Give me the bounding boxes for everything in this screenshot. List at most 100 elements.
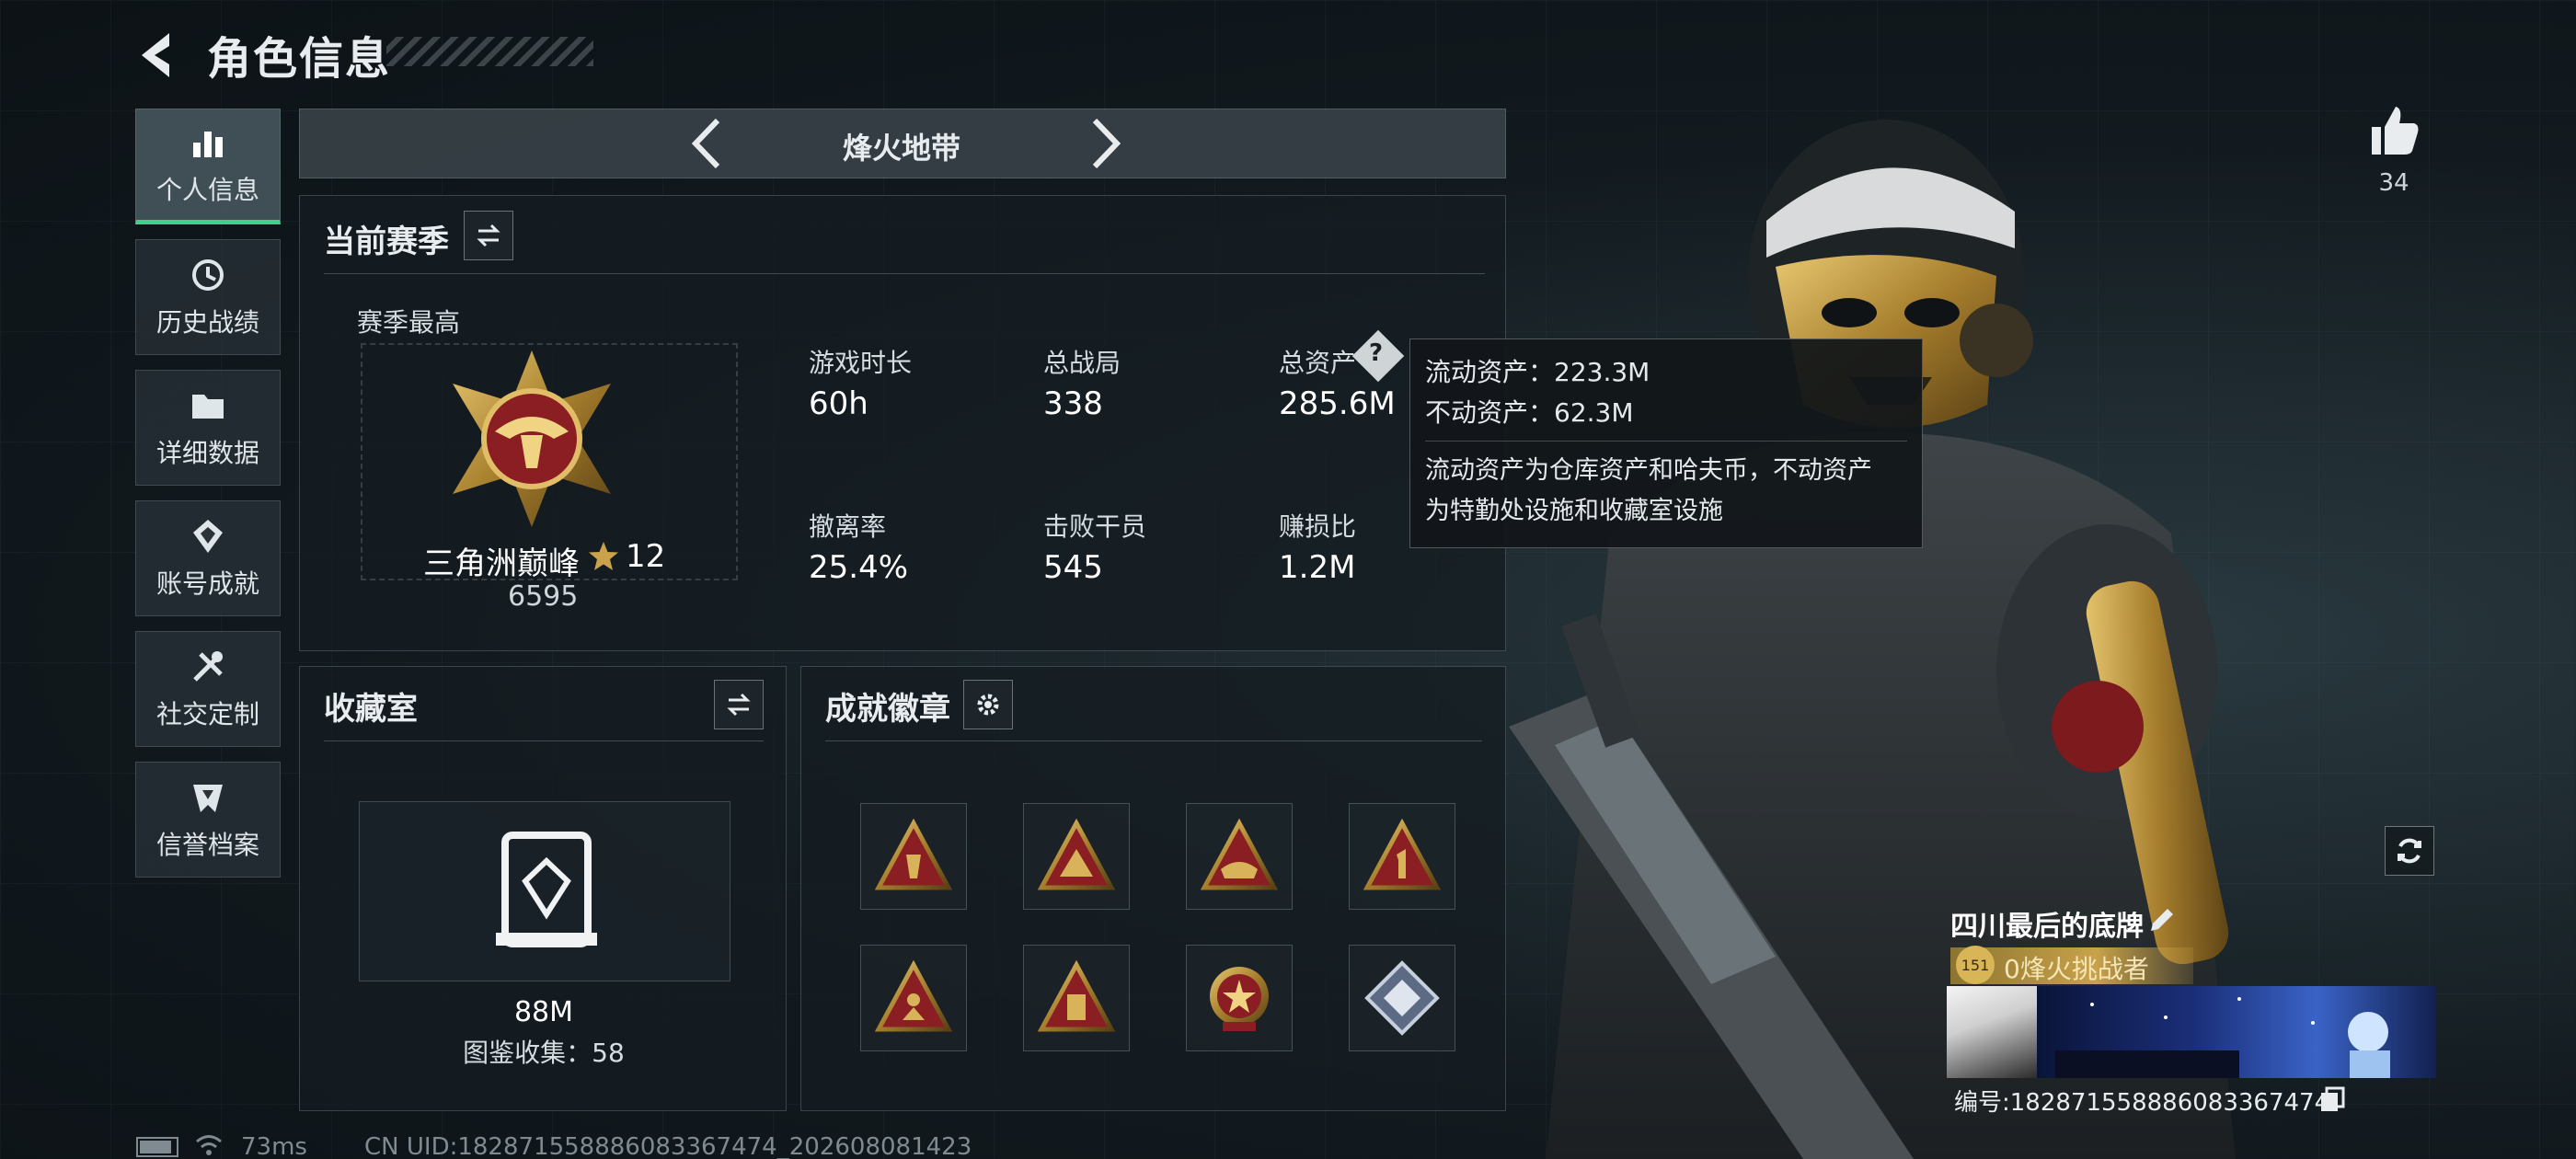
- tooltip-liquid-assets: 流动资产：223.3M: [1425, 357, 1650, 387]
- swap-icon: [477, 224, 500, 247]
- season-title: 当前赛季: [324, 224, 449, 260]
- stat-value-kills: 545: [1043, 549, 1103, 586]
- badges-title: 成就徽章: [825, 691, 950, 728]
- avatar[interactable]: [1947, 986, 2037, 1078]
- like-count: 34: [2378, 169, 2409, 197]
- achievement-icon: [193, 520, 223, 553]
- bar-chart-icon: [193, 132, 223, 157]
- triangle-badge-icon: [1038, 818, 1115, 890]
- name-card-banner[interactable]: [2037, 986, 2436, 1078]
- achievement-badge[interactable]: [1186, 803, 1293, 910]
- season-best-label: 赛季最高: [357, 307, 461, 338]
- achievement-badge[interactable]: [1186, 945, 1293, 1051]
- triangle-badge-icon: [875, 959, 952, 1032]
- thumbs-up-icon[interactable]: [2366, 103, 2421, 158]
- assets-tooltip: 流动资产：223.3M 不动资产：62.3M 流动资产为仓库资产和哈夫币，不动资…: [1409, 339, 1923, 548]
- achievement-badges-panel: 成就徽章: [800, 666, 1506, 1111]
- collection-title: 收藏室: [324, 691, 418, 728]
- switch-season-button[interactable]: [464, 211, 513, 260]
- refresh-icon: [2398, 838, 2421, 864]
- sidebar-item-label: 信誉档案: [155, 830, 259, 860]
- help-icon: ?: [1369, 339, 1384, 367]
- rank-name: 三角洲巅峰: [423, 545, 580, 582]
- tooltip-note-line1: 流动资产为仓库资产和哈夫币，不动资产: [1425, 456, 1872, 485]
- player-name: 四川最后的底牌: [1950, 911, 2144, 943]
- achievement-badge[interactable]: [1023, 803, 1130, 910]
- stat-value-playtime: 60h: [809, 385, 868, 422]
- tools-icon: [193, 651, 223, 682]
- stat-label-profit-ratio: 赚损比: [1279, 511, 1357, 542]
- collection-display[interactable]: [359, 801, 730, 981]
- refresh-button[interactable]: [2385, 826, 2434, 876]
- rank-emblem-icon: [453, 350, 611, 527]
- sidebar-item-personal-info[interactable]: 个人信息: [135, 109, 281, 224]
- sidebar-item-label: 个人信息: [155, 175, 259, 205]
- footer-uid: CN UID:182871558886083367474_20260808142…: [364, 1133, 972, 1159]
- sidebar-item-credit-profile[interactable]: 信誉档案: [135, 762, 281, 878]
- gear-icon: [977, 694, 999, 716]
- night-sky-illustration: [2055, 997, 2390, 1078]
- folder-icon: [192, 395, 224, 419]
- sidebar-item-achievements[interactable]: 账号成就: [135, 500, 281, 616]
- rank-stars: 12: [626, 538, 666, 575]
- stat-value-extract-rate: 25.4%: [809, 549, 909, 586]
- display-case-icon: [496, 832, 597, 947]
- stat-value-total-assets: 285.6M: [1279, 385, 1396, 422]
- triangle-badge-icon: [1038, 959, 1115, 1032]
- sidebar-item-history[interactable]: 历史战绩: [135, 239, 281, 355]
- mode-title: 烽火地带: [842, 131, 960, 166]
- stat-label-total-assets: 总资产: [1279, 348, 1357, 378]
- sidebar-item-label: 详细数据: [155, 438, 259, 468]
- battery-icon: [136, 1137, 178, 1157]
- title-decoration: [386, 37, 593, 66]
- player-id: 编号:182871558886083367474: [1954, 1089, 2330, 1117]
- edit-icon[interactable]: [2145, 905, 2177, 936]
- tooltip-fixed-assets: 不动资产：62.3M: [1425, 397, 1634, 428]
- page-title: 角色信息: [207, 33, 392, 85]
- player-level: 151: [1961, 956, 1990, 974]
- wifi-icon: [196, 1135, 222, 1155]
- shield-icon: [193, 785, 223, 812]
- achievement-badge[interactable]: [1349, 803, 1455, 910]
- copy-icon[interactable]: [2318, 1085, 2346, 1113]
- section-divider: [324, 273, 1485, 274]
- sidebar-item-label: 账号成就: [155, 568, 259, 599]
- switch-collection-button[interactable]: [714, 680, 764, 729]
- stat-value-profit-ratio: 1.2M: [1279, 549, 1356, 586]
- collection-value: 88M: [513, 996, 574, 1028]
- tooltip-divider: [1425, 441, 1907, 442]
- swap-icon: [727, 693, 751, 717]
- achievement-badge[interactable]: [1349, 945, 1455, 1051]
- section-divider: [825, 740, 1482, 741]
- badge-settings-button[interactable]: [963, 680, 1013, 729]
- stat-label-playtime: 游戏时长: [809, 348, 913, 378]
- rank-score: 6595: [508, 580, 579, 613]
- sidebar-item-label: 社交定制: [155, 699, 259, 729]
- achievement-badge[interactable]: [860, 945, 967, 1051]
- player-title: 0烽火挑战者: [2004, 954, 2149, 984]
- tooltip-note-line2: 为特勤处设施和收藏室设施: [1425, 497, 1723, 525]
- ping-value: 73ms: [241, 1133, 307, 1159]
- stat-label-total-matches: 总战局: [1043, 348, 1121, 378]
- achievement-badge[interactable]: [1023, 945, 1130, 1051]
- stat-label-kills: 击败干员: [1043, 511, 1147, 542]
- chevron-left-icon[interactable]: [681, 115, 736, 172]
- chevron-right-icon[interactable]: [1076, 115, 1132, 172]
- achievement-badge[interactable]: [860, 803, 967, 910]
- back-arrow-icon[interactable]: [129, 28, 184, 83]
- sidebar-item-social-custom[interactable]: 社交定制: [135, 631, 281, 747]
- star-icon: [589, 542, 618, 570]
- current-season-panel: 当前赛季 赛季最高 三角洲巅峰 12 6595 游戏时长 60h 总战局 338…: [299, 195, 1506, 651]
- collection-room-panel: 收藏室 88M 图鉴收集：58: [299, 666, 787, 1111]
- diamond-badge-icon: [1364, 960, 1440, 1036]
- round-star-badge-icon: [1210, 967, 1269, 1031]
- sidebar-item-detail-data[interactable]: 详细数据: [135, 370, 281, 486]
- history-icon: [192, 259, 224, 291]
- stat-value-total-matches: 338: [1043, 385, 1103, 422]
- triangle-badge-icon: [875, 818, 952, 890]
- triangle-badge-icon: [1363, 818, 1441, 890]
- sidebar-item-label: 历史战绩: [155, 307, 259, 338]
- stat-label-extract-rate: 撤离率: [809, 511, 887, 542]
- triangle-badge-icon: [1201, 818, 1278, 890]
- section-divider: [324, 740, 764, 741]
